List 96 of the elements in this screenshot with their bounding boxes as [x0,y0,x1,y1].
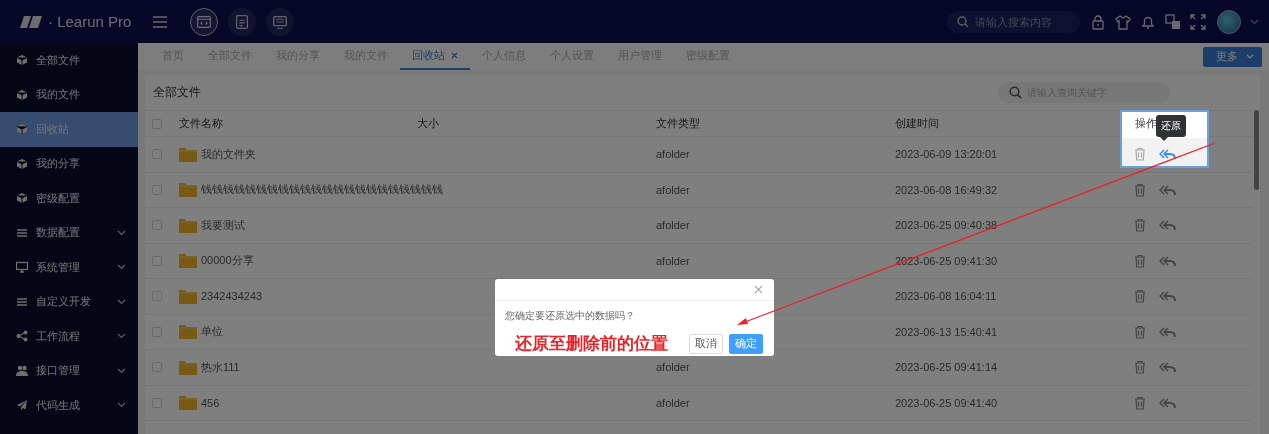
restore-icon[interactable] [1159,183,1176,196]
trash-icon[interactable] [1133,360,1147,375]
confirm-button[interactable]: 确定 [729,333,763,354]
folder-icon [179,288,197,304]
file-name: 钱钱钱钱钱钱钱钱钱钱钱钱钱钱钱钱钱钱钱钱钱钱 [201,182,443,198]
folder-icon [179,146,197,162]
cube-icon [16,192,28,205]
column-header: 文件类型 [656,116,700,131]
translate-icon[interactable] [1165,13,1181,30]
trash-icon[interactable] [1133,218,1147,233]
column-header: 文件名称 [179,116,223,131]
restore-icon[interactable] [1159,148,1176,161]
restore-icon[interactable] [1159,219,1176,232]
file-type: afolder [656,183,690,196]
restore-icon[interactable] [1159,396,1176,409]
folder-icon [179,217,197,233]
folder-icon [179,253,197,269]
sidebar-item[interactable]: 工作流程 [0,319,138,354]
sidebar-item[interactable]: 自定义开发 [0,284,138,319]
sidebar-item[interactable]: 密级配置 [0,181,138,216]
caret-icon[interactable] [1250,18,1259,25]
column-header: 创建时间 [895,116,939,131]
file-type: afolder [656,148,690,161]
column-header: 操作 [1135,116,1157,131]
trash-icon[interactable] [1133,253,1147,268]
trash-icon[interactable] [1133,395,1147,410]
file-type: afolder [656,361,690,374]
more-button[interactable]: 更多 [1203,46,1262,67]
logo-icon [20,15,42,28]
trash-icon[interactable] [1133,324,1147,339]
search-icon [1009,86,1022,99]
restore-icon[interactable] [1159,254,1176,267]
cube-icon [16,123,28,136]
app-button[interactable] [266,7,294,36]
sidebar-item[interactable]: 系统管理 [0,250,138,285]
file-name: 456 [201,396,220,409]
document-icon [233,12,251,31]
menu-icon[interactable] [153,15,167,28]
paper-plane-icon [16,399,28,412]
search-icon [957,15,969,28]
sidebar-item[interactable]: 我的文件 [0,77,138,112]
created-time: 2023-06-25 09:40:38 [895,219,998,232]
cube-icon [16,157,28,170]
folder-icon [179,324,197,340]
sidebar-item[interactable]: 全部文件 [0,43,138,78]
cube-icon [16,88,28,101]
fullscreen-icon[interactable] [1190,13,1206,30]
tab[interactable]: 回收站 [400,43,470,70]
scrollbar-thumb[interactable] [1254,110,1259,190]
share-icon [16,330,28,343]
restore-icon[interactable] [1159,325,1176,338]
dialog-message: 您确定要还原选中的数据吗？ [504,309,636,323]
created-time: 2023-06-08 16:04:11 [895,290,997,303]
sidebar-item[interactable]: 代码生成 [0,388,138,423]
file-type: afolder [656,254,690,267]
sidebar-item[interactable]: 数据配置 [0,215,138,250]
chevron-icon [1246,54,1254,59]
column-header: 大小 [417,116,439,131]
file-type: afolder [656,396,690,409]
list-icon [16,295,28,308]
created-time: 2023-06-08 16:49:32 [895,183,998,196]
trash-icon[interactable] [1133,182,1147,197]
file-name: 我要测试 [201,217,245,233]
people-icon [16,364,28,377]
close-icon[interactable] [451,52,458,59]
cancel-button[interactable]: 取消 [689,333,723,354]
app-button[interactable] [190,7,218,36]
file-name: 我的文件夹 [201,146,256,162]
restore-icon[interactable] [1159,290,1176,303]
user-avatar[interactable] [1217,9,1241,34]
file-name: 热水111 [201,359,240,375]
monitor-icon [16,261,28,274]
created-time: 2023-06-09 13:20:01 [895,148,998,161]
app-button[interactable] [228,7,256,36]
panel-title: 全部文件 [153,84,202,101]
file-type: afolder [656,219,690,232]
list-icon [16,226,28,239]
cube-icon [16,54,28,67]
folder-icon [179,395,197,411]
trash-icon[interactable] [1133,147,1147,162]
created-time: 2023-06-25 09:41:40 [895,396,998,409]
created-time: 2023-06-25 09:41:14 [895,361,998,374]
file-name: 00000分享 [201,253,254,269]
close-icon[interactable] [754,285,763,294]
folder-icon [179,359,197,375]
restore-icon[interactable] [1159,361,1176,374]
file-name: 2342434243 [201,290,263,303]
created-time: 2023-06-13 15:40:41 [895,325,998,338]
file-name: 单位 [201,324,223,340]
folder-icon [179,182,197,198]
lock-icon[interactable] [1090,13,1106,30]
callout-text: 还原至删除前的位置 [515,333,669,355]
trash-icon[interactable] [1133,289,1147,304]
shirt-icon[interactable] [1115,13,1131,30]
brand-name: · Learun Pro [48,13,132,30]
sidebar-item[interactable]: 接口管理 [0,353,138,388]
